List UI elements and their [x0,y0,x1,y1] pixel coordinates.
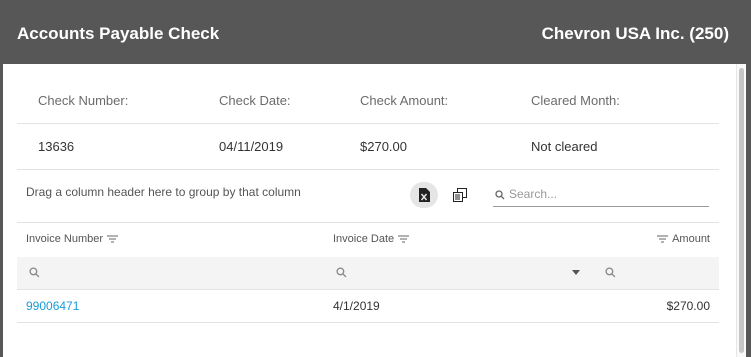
search-icon [495,190,505,200]
filter-cell-invoice-number[interactable] [17,257,324,289]
filter-icon[interactable] [107,235,119,243]
column-chooser-icon [453,188,467,202]
dialog-frame-right [746,64,751,357]
check-amount-value: $270.00 [360,139,407,154]
search-icon [336,267,347,278]
search-icon [605,267,616,278]
group-panel[interactable]: Drag a column header here to group by th… [26,185,301,199]
summary-values-row: 13636 04/11/2019 $270.00 Not cleared [17,124,719,170]
summary-labels-row: Check Number: Check Date: Check Amount: … [17,78,719,124]
vendor-name: Chevron USA Inc. (250) [541,24,729,43]
vertical-scrollbar[interactable] [736,64,746,357]
invoice-date-cell: 4/1/2019 [333,299,380,313]
check-amount-label: Check Amount: [360,93,449,108]
filter-cell-invoice-date[interactable] [324,257,594,289]
excel-export-icon [419,188,430,202]
search-icon [29,267,40,278]
column-header-label: Amount [672,233,710,245]
column-header-invoice-date[interactable]: Invoice Date [333,233,410,245]
column-chooser-button[interactable] [446,182,474,208]
filter-cell-amount[interactable] [594,257,719,289]
grid-search[interactable] [493,186,709,207]
filter-icon[interactable] [398,235,410,243]
dialog-header: Accounts Payable Check Chevron USA Inc. … [0,0,751,64]
invoice-number-link[interactable]: 99006471 [26,299,79,313]
check-date-value: 04/11/2019 [219,139,284,154]
check-number-label: Check Number: [38,93,129,108]
dialog-frame-left [0,64,3,357]
filter-row [17,257,719,290]
cleared-month-value: Not cleared [531,139,598,154]
cleared-month-label: Cleared Month: [531,93,620,108]
column-header-label: Invoice Number [26,233,104,245]
column-header-label: Invoice Date [333,233,395,245]
chevron-down-icon[interactable] [572,270,580,275]
check-date-label: Check Date: [219,93,291,108]
amount-cell: $270.00 [666,299,710,313]
dialog-title: Accounts Payable Check [17,24,220,43]
column-header-invoice-number[interactable]: Invoice Number [26,233,119,245]
table-row: 99006471 4/1/2019 $270.00 [17,290,719,323]
check-number-value: 13636 [38,139,75,154]
scrollbar-thumb[interactable] [739,68,744,353]
filter-icon[interactable] [657,235,669,243]
search-input[interactable] [509,187,704,201]
export-excel-button[interactable] [410,182,438,208]
column-header-amount[interactable]: Amount [657,233,710,245]
grid-header-row: Invoice Number Invoice Date Amount [17,222,719,258]
